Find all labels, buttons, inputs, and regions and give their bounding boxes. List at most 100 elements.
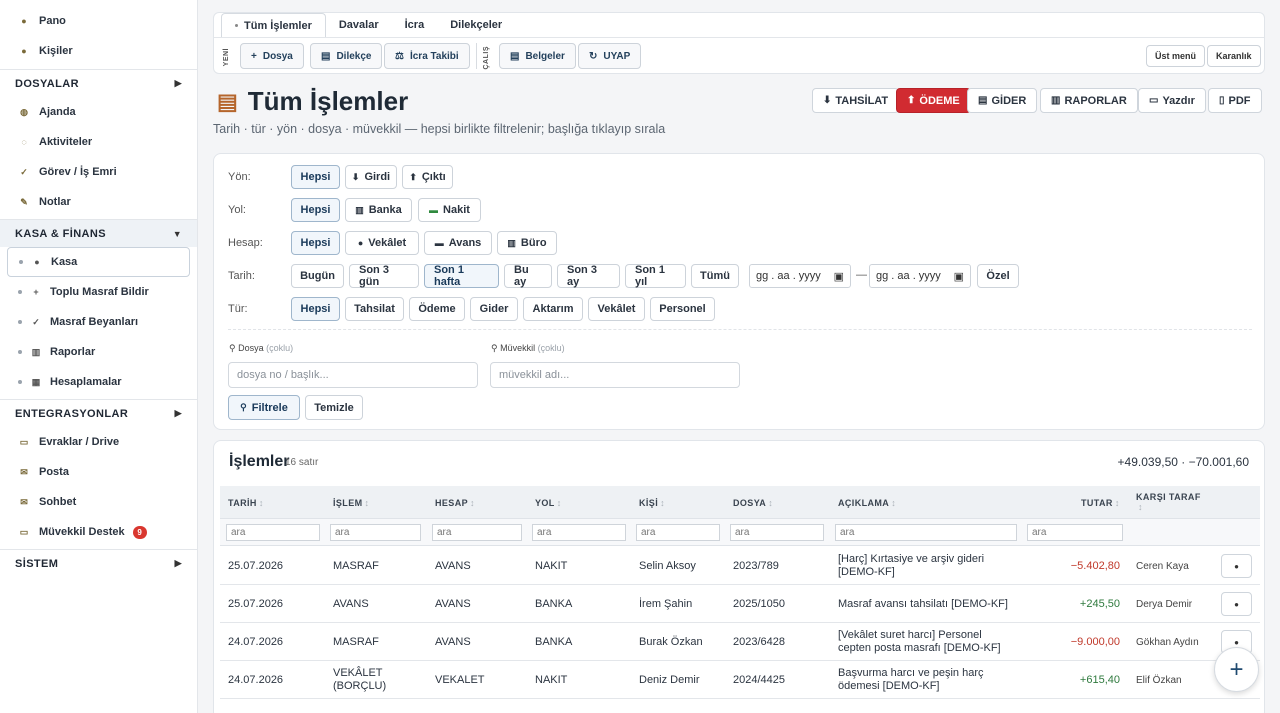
button-label: PDF — [1228, 94, 1251, 107]
add-fab-button[interactable]: + — [1214, 647, 1259, 692]
tur-tahsilat-chip[interactable]: Tahsilat — [345, 297, 404, 321]
button-label: Belgeler — [525, 50, 565, 62]
table-row[interactable]: 25.07.2026 AVANS AVANS BANKA İrem Şahin … — [220, 585, 1260, 623]
mail-icon: ✉ — [20, 496, 28, 507]
page-title: ▤ Tüm İşlemler — [217, 86, 408, 117]
th-karsi-taraf[interactable]: KARŞI TARAF ↕ — [1136, 492, 1206, 512]
sidebar-item-raporlar[interactable]: ▥ Raporlar — [0, 337, 197, 367]
calculator-icon: ▦ — [31, 376, 41, 387]
filter-tarih-input[interactable]: ara — [226, 524, 320, 541]
section-kasa[interactable]: KASA & FİNANS ▼ — [0, 220, 197, 247]
tur-aktarim-chip[interactable]: Aktarım — [523, 297, 583, 321]
th-aciklama[interactable]: AÇIKLAMA ↕ — [838, 498, 896, 508]
tur-vekalet-chip[interactable]: Vekâlet — [588, 297, 645, 321]
hesap-buro-chip[interactable]: ▥ Büro — [497, 231, 557, 255]
view-button[interactable]: ● — [1221, 554, 1252, 578]
chip-label: Girdi — [364, 171, 391, 183]
tab-icra[interactable]: İcra — [392, 13, 438, 37]
pdf-button[interactable]: ▯ PDF — [1208, 88, 1262, 113]
table-row[interactable]: 24.07.2026 MASRAF AVANS BANKA Burak Özka… — [220, 623, 1260, 661]
th-tutar[interactable]: TUTAR ↕ — [1081, 498, 1120, 508]
sidebar-item-hesaplamalar[interactable]: ▦ Hesaplamalar — [0, 367, 197, 397]
odeme-button[interactable]: ⬆ ÖDEME — [896, 88, 971, 113]
tur-odeme-chip[interactable]: Ödeme — [409, 297, 465, 321]
th-islem[interactable]: İŞLEM ↕ — [333, 498, 369, 508]
sidebar-item-pano[interactable]: ● Pano — [0, 6, 197, 36]
yon-cikti-chip[interactable]: ⬆ Çıktı — [402, 165, 453, 189]
filter-kisi-input[interactable]: ara — [636, 524, 720, 541]
sidebar-item-ajanda[interactable]: ◍ Ajanda — [0, 97, 197, 127]
muvekkil-search-input[interactable]: müvekkil adı... — [490, 362, 740, 388]
date-from-input[interactable]: gg . aa . yyyy ▣ — [749, 264, 851, 288]
filter-dosya-input[interactable]: ara — [730, 524, 824, 541]
dosya-search-input[interactable]: dosya no / başlık... — [228, 362, 478, 388]
sidebar-item-muvekkil-destek[interactable]: ▭ Müvekkil Destek 9 — [0, 517, 197, 547]
belgeler-button[interactable]: ▤ Belgeler — [499, 43, 576, 69]
sidebar-item-posta[interactable]: ✉ Posta — [0, 457, 197, 487]
tur-gider-chip[interactable]: Gider — [470, 297, 518, 321]
tab-dilekceler[interactable]: Dilekçeler — [437, 13, 515, 37]
sidebar-item-sohbet[interactable]: ✉ Sohbet — [0, 487, 197, 517]
sidebar-item-evraklar[interactable]: ▭ Evraklar / Drive — [0, 427, 197, 457]
new-icra-takibi-button[interactable]: ⚖ İcra Takibi — [384, 43, 470, 69]
hesap-vekalet-chip[interactable]: ● Vekâlet — [345, 231, 419, 255]
section-sistem[interactable]: SİSTEM ▶ — [0, 550, 197, 577]
hesap-avans-chip[interactable]: ▬ Avans — [424, 231, 492, 255]
sidebar-item-masraf-beyanlari[interactable]: ✓ Masraf Beyanları — [0, 307, 197, 337]
tarih-bugun-chip[interactable]: Bugün — [291, 264, 344, 288]
filter-hesap-input[interactable]: ara — [432, 524, 522, 541]
tarih-son1hafta-chip[interactable]: Son 1 hafta — [424, 264, 499, 288]
raporlar-button[interactable]: ▥ RAPORLAR — [1040, 88, 1138, 113]
sidebar-item-toplu-masraf[interactable]: + Toplu Masraf Bildir — [0, 277, 197, 307]
tarih-ozel-chip[interactable]: Özel — [977, 264, 1019, 288]
tahsilat-button[interactable]: ⬇ TAHSİLAT — [812, 88, 900, 113]
tarih-buay-chip[interactable]: Bu ay — [504, 264, 552, 288]
gider-button[interactable]: ▤ GİDER — [967, 88, 1038, 113]
th-tarih[interactable]: TARİH ↕ — [228, 498, 264, 508]
hesap-hepsi-chip[interactable]: Hepsi — [291, 231, 340, 255]
th-yol[interactable]: YOL ↕ — [535, 498, 562, 508]
sidebar-item-notlar[interactable]: ✎ Notlar — [0, 187, 197, 217]
date-to-input[interactable]: gg . aa . yyyy ▣ — [869, 264, 971, 288]
uyap-button[interactable]: ↻ UYAP — [578, 43, 642, 69]
filter-islem-input[interactable]: ara — [330, 524, 421, 541]
sidebar-item-aktiviteler[interactable]: ◌ Aktiviteler — [0, 127, 197, 157]
cell-yol: BANKA — [535, 636, 573, 648]
yol-hepsi-chip[interactable]: Hepsi — [291, 198, 340, 222]
new-dilekce-button[interactable]: ▤ Dilekçe — [310, 43, 383, 69]
ust-menu-button[interactable]: Üst menü — [1146, 45, 1206, 67]
print-button[interactable]: ▭ Yazdır — [1138, 88, 1206, 113]
dark-mode-button[interactable]: Karanlık — [1207, 45, 1261, 67]
tarih-son3ay-chip[interactable]: Son 3 ay — [557, 264, 620, 288]
filter-tutar-input[interactable]: ara — [1027, 524, 1123, 541]
section-entegrasyonlar[interactable]: ENTEGRASYONLAR ▶ — [0, 400, 197, 427]
yol-nakit-chip[interactable]: ▬ Nakit — [418, 198, 481, 222]
filter-yol-input[interactable]: ara — [532, 524, 626, 541]
tarih-son1yil-chip[interactable]: Son 1 yıl — [625, 264, 686, 288]
sidebar-item-kasa[interactable]: ● Kasa — [7, 247, 190, 277]
view-button[interactable]: ● — [1221, 592, 1252, 616]
sidebar-item-kisiler[interactable]: ● Kişiler — [0, 36, 197, 66]
tur-personel-chip[interactable]: Personel — [650, 297, 715, 321]
cell-dosya: 2023/6428 — [733, 636, 785, 648]
yon-girdi-chip[interactable]: ⬇ Girdi — [345, 165, 397, 189]
filtrele-button[interactable]: ⚲ Filtrele — [228, 395, 300, 420]
th-hesap[interactable]: HESAP ↕ — [435, 498, 475, 508]
sidebar-item-gorev[interactable]: ✓ Görev / İş Emri — [0, 157, 197, 187]
table-row[interactable]: 24.07.2026 VEKÂLET (BORÇLU) VEKALET NAKI… — [220, 661, 1260, 699]
tur-hepsi-chip[interactable]: Hepsi — [291, 297, 340, 321]
tarih-son3gun-chip[interactable]: Son 3 gün — [349, 264, 419, 288]
yon-hepsi-chip[interactable]: Hepsi — [291, 165, 340, 189]
yol-banka-chip[interactable]: ▥ Banka — [345, 198, 412, 222]
tab-davalar[interactable]: Davalar — [326, 13, 392, 37]
section-dosyalar[interactable]: DOSYALAR ▶ — [0, 70, 197, 97]
temizle-button[interactable]: Temizle — [305, 395, 363, 420]
th-kisi[interactable]: KİŞİ ↕ — [639, 498, 665, 508]
tarih-tumu-chip[interactable]: Tümü — [691, 264, 739, 288]
new-dosya-button[interactable]: + Dosya — [240, 43, 304, 69]
th-dosya[interactable]: DOSYA ↕ — [733, 498, 773, 508]
table-row[interactable]: 25.07.2026 MASRAF AVANS NAKIT Selin Akso… — [220, 547, 1260, 585]
tab-tum-islemler[interactable]: Tüm İşlemler — [221, 13, 326, 37]
cell-tarih: 24.07.2026 — [228, 674, 284, 686]
filter-aciklama-input[interactable]: ara — [835, 524, 1017, 541]
